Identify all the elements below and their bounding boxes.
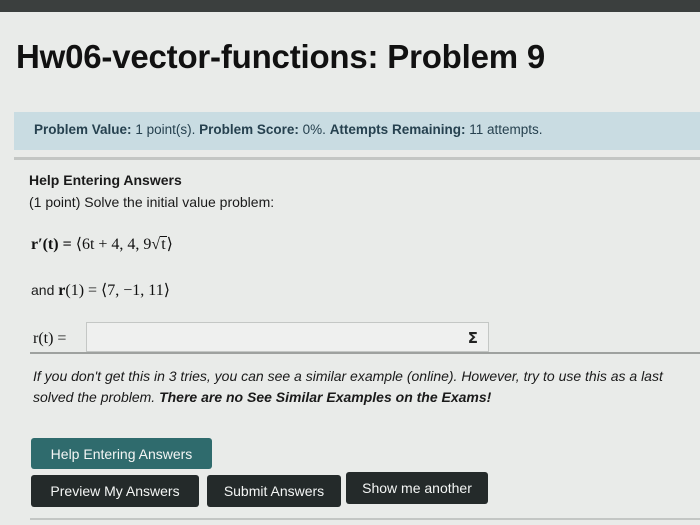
problem-value: 1 point(s). [135, 122, 196, 137]
help-entering-answers-link[interactable]: Help Entering Answers [29, 172, 182, 188]
divider [30, 352, 700, 354]
radical-sign: √ [151, 236, 161, 253]
preview-answers-button[interactable]: Preview My Answers [31, 475, 199, 507]
problem-score-label: Problem Score: [199, 122, 299, 137]
divider [30, 518, 700, 520]
eq1-close: ⟩ [166, 236, 173, 253]
problem-statement: (1 point) Solve the initial value proble… [29, 194, 275, 210]
attempts-remaining-label: Attempts Remaining: [329, 122, 466, 137]
eq2-prefix: and [31, 282, 59, 298]
divider [14, 157, 700, 160]
note-line-2-bold: There are no See Similar Examples on the… [159, 389, 492, 405]
show-another-button[interactable]: Show me another [346, 472, 488, 504]
note-line-2-start: solved the problem. [33, 389, 160, 405]
attempts-note: If you don't get this in 3 tries, you ca… [33, 366, 700, 408]
problem-info-bar: Problem Value: 1 point(s). Problem Score… [14, 112, 700, 150]
submit-answers-button[interactable]: Submit Answers [207, 475, 341, 507]
page-title: Hw06-vector-functions: Problem 9 [16, 38, 546, 75]
help-entering-answers-button[interactable]: Help Entering Answers [31, 438, 212, 469]
eq1-rhs: ⟨6t + 4, 4, 9 [75, 236, 152, 253]
answer-input[interactable]: Σ [86, 322, 489, 352]
eq1-lhs: r′(t) = [31, 236, 76, 253]
answer-label: r(t) = [33, 330, 67, 347]
initial-condition: and r(1) = ⟨7, −1, 11⟩ [31, 280, 170, 300]
problem-value-label: Problem Value: [34, 122, 132, 137]
eq2-rest: (1) = ⟨7, −1, 11⟩ [65, 282, 170, 299]
note-line-2: solved the problem. There are no See Sim… [33, 387, 700, 408]
problem-score: 0%. [302, 122, 326, 137]
equation-editor-icon[interactable]: Σ [468, 329, 478, 347]
top-window-strip [0, 0, 700, 12]
attempts-remaining: 11 attempts. [469, 122, 543, 137]
note-line-1: If you don't get this in 3 tries, you ca… [33, 368, 663, 384]
differential-equation: r′(t) = ⟨6t + 4, 4, 9√t⟩ [31, 234, 173, 254]
